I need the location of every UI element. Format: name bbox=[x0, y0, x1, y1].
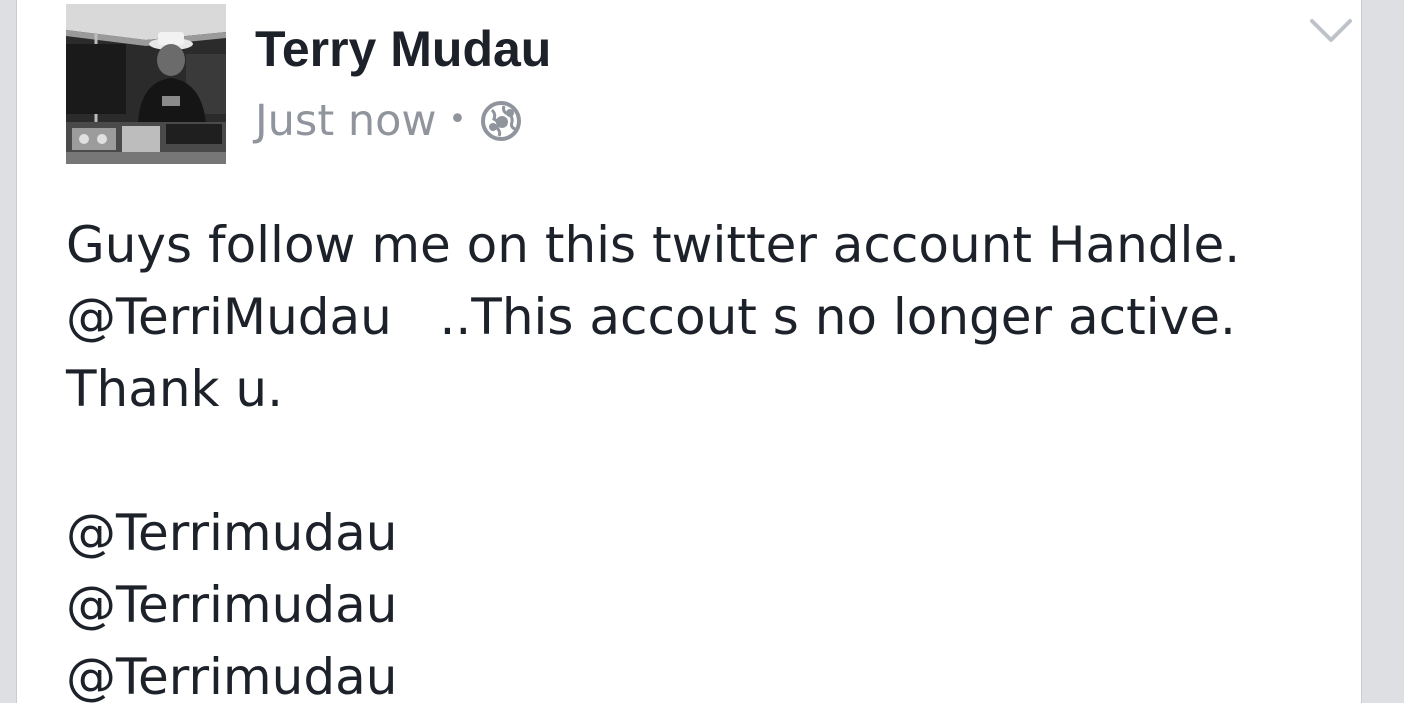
chevron-down-icon[interactable] bbox=[1308, 16, 1354, 46]
globe-icon[interactable] bbox=[480, 100, 522, 142]
post-header: Terry Mudau Just now • bbox=[66, 4, 1352, 164]
feed-background: Terry Mudau Just now • Guys follow me on… bbox=[0, 0, 1404, 703]
author-name[interactable]: Terry Mudau bbox=[255, 20, 551, 78]
post-line: @Terrimudau bbox=[66, 576, 398, 634]
post-card: Terry Mudau Just now • Guys follow me on… bbox=[16, 0, 1362, 703]
post-meta: Just now • bbox=[255, 96, 522, 146]
post-text: Guys follow me on this twitter account H… bbox=[66, 209, 1336, 703]
meta-separator: • bbox=[448, 101, 467, 137]
post-line: Guys follow me on this twitter account H… bbox=[66, 216, 1241, 274]
post-line: @TerriMudau ..This accout s no longer ac… bbox=[66, 288, 1236, 346]
post-line: @Terrimudau bbox=[66, 648, 398, 703]
post-line: Thank u. bbox=[66, 360, 283, 418]
post-line-blank bbox=[66, 425, 1336, 497]
avatar[interactable] bbox=[66, 4, 226, 164]
post-timestamp[interactable]: Just now bbox=[255, 96, 437, 146]
post-line: @Terrimudau bbox=[66, 504, 398, 562]
avatar-photo bbox=[66, 4, 226, 164]
